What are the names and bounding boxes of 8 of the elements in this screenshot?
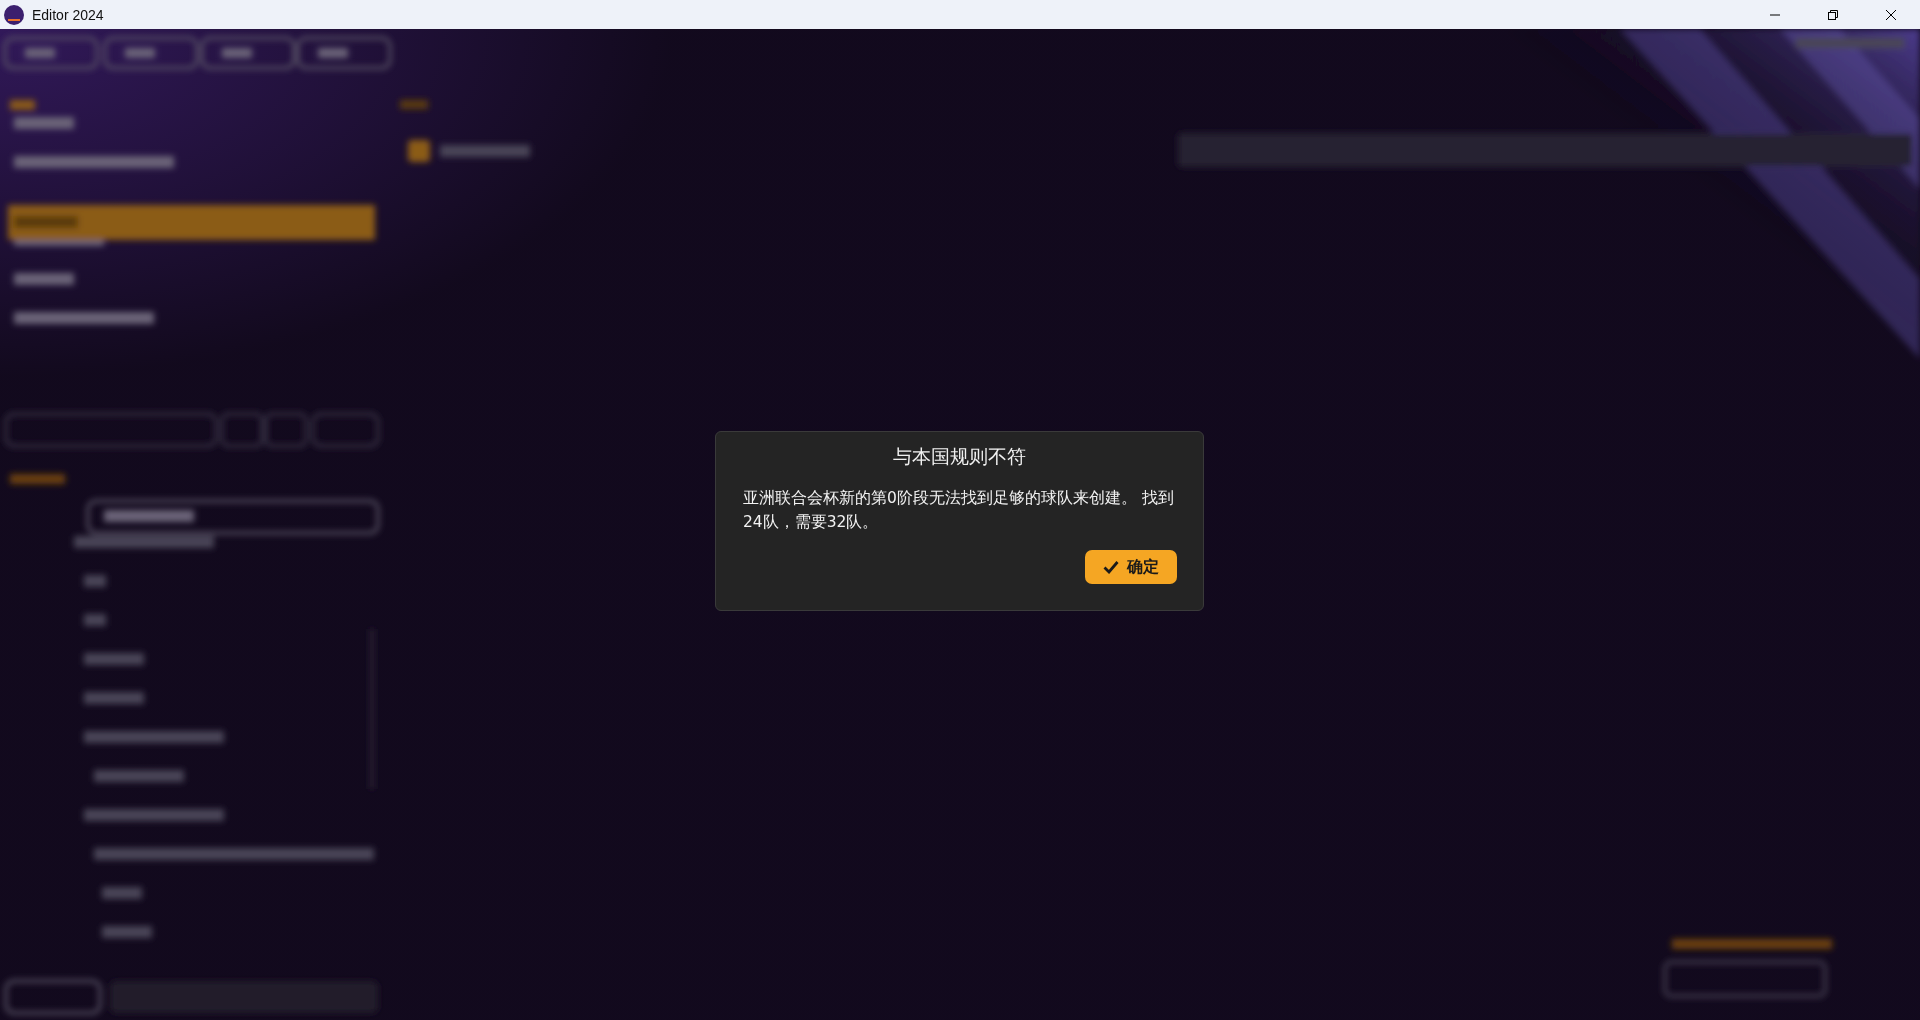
- dialog-title: 与本国规则不符: [893, 444, 1026, 469]
- close-icon: [1885, 8, 1897, 21]
- restore-icon: [1827, 8, 1839, 21]
- checkmark-icon: [1103, 560, 1119, 574]
- dialog-message: 亚洲联合会杯新的第0阶段无法找到足够的球队来创建。 找到24队，需要32队。: [743, 488, 1175, 533]
- window-title: Editor 2024: [32, 6, 104, 23]
- confirm-button[interactable]: 确定: [1085, 550, 1177, 584]
- app-logo-icon: [4, 4, 24, 25]
